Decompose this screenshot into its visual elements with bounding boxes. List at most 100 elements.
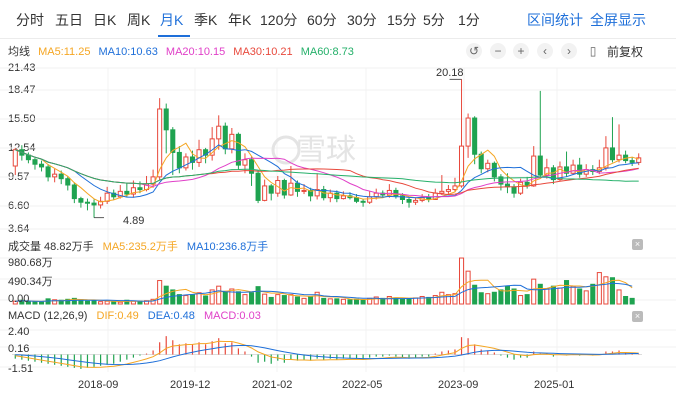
volume-bar [557,287,563,305]
candle-body [104,192,110,202]
candle-body [288,182,294,196]
candle-body [58,173,64,180]
candle-body [170,129,176,153]
volume-bar [577,288,583,305]
candle-body [386,189,392,196]
date-label: 2023-09 [438,379,479,391]
volume-title: 成交量 48.82万手 [8,241,94,253]
volume-bar [196,292,202,305]
volume-bar [203,295,209,305]
candle-body [511,186,517,194]
candle-body [183,156,189,169]
volume-bar [623,295,629,305]
volume-bar [189,294,196,305]
volume-bar [347,299,353,305]
watermark: 雪球 [296,133,356,168]
volume-bar [511,288,517,305]
volume-bar [491,291,497,305]
candle-body [52,173,58,178]
volume-bar [478,292,484,305]
kline-chart[interactable]: 雪球 [0,0,676,403]
candle-body [137,187,143,191]
candle-body [491,162,497,178]
volume-bar [255,286,261,305]
volume-bar [301,297,307,305]
volume-bar [439,291,445,305]
candle-body [242,159,248,166]
candle-body [353,197,360,202]
volume-axis-label: 980.68万 [8,257,53,269]
volume-bar [327,298,333,305]
volume-bar [235,291,241,305]
date-label: 2025-01 [534,379,575,391]
volume-bar [117,301,123,305]
volume-bar [445,294,451,305]
volume-bar [321,297,327,305]
macd-axis-label: -1.51 [8,363,34,375]
volume-bar [183,295,189,305]
volume-bar [518,295,524,305]
candle-body [478,153,484,170]
close-macd-icon[interactable]: × [632,311,643,322]
candle-body [301,189,307,192]
volume-bar [262,293,268,305]
volume-bar [616,289,622,305]
candle-body [360,200,366,203]
candle-body [334,192,340,200]
candle-body [485,162,491,170]
volume-bar [609,277,616,305]
close-volume-icon[interactable]: × [632,239,643,250]
volume-bar [157,280,163,305]
macd-title: MACD (12,26,9) [8,310,88,322]
volume-bar [288,294,294,305]
candle-body [465,117,471,147]
macd-value: MACD:0.03 [203,310,261,322]
candle-body [268,185,274,194]
candle-body [616,154,622,161]
date-label: 2019-12 [170,379,211,391]
volume-bar [275,294,281,305]
volume-axis-label: 0.00 [8,293,30,305]
volume-bar [353,298,360,305]
volume-bar [485,293,491,305]
candle-body [12,149,18,167]
candle-body [393,189,399,197]
date-label: 2021-02 [252,379,293,391]
candle-body [45,166,51,178]
volume-bar [314,291,320,305]
candle-body [406,198,412,203]
volume-bar [163,285,169,305]
candle-body [629,160,635,163]
volume-bar [360,299,366,305]
volume-bar [242,294,248,305]
volume-bar [406,298,412,305]
candle-body [216,125,222,140]
macd-dif: DIF:0.49 [96,310,139,322]
candle-body [537,155,543,176]
candle-body [609,147,616,161]
date-label: 2018-09 [78,379,119,391]
candle-body [603,147,609,169]
volume-bar [111,301,117,305]
volume-bar [570,285,576,305]
candle-body [472,117,478,155]
candle-body [413,199,419,203]
volume-bar [544,288,550,305]
candle-body [84,201,91,204]
candle-body [281,179,287,196]
macd-dea: DEA:0.48 [147,310,195,322]
candle-body [439,190,445,194]
candle-body [196,149,202,163]
candle-body [255,172,261,201]
volume-bar [229,288,235,305]
volume-ma10: MA10:236.8万手 [186,241,269,253]
volume-bar [563,280,570,305]
candle-body [124,190,130,195]
volume-bar [629,297,635,305]
volume-bar [98,301,104,305]
volume-bar [531,278,537,305]
candle-body [91,202,97,206]
candle-body [163,108,169,131]
volume-bar [596,272,602,305]
candle-body [71,184,77,200]
